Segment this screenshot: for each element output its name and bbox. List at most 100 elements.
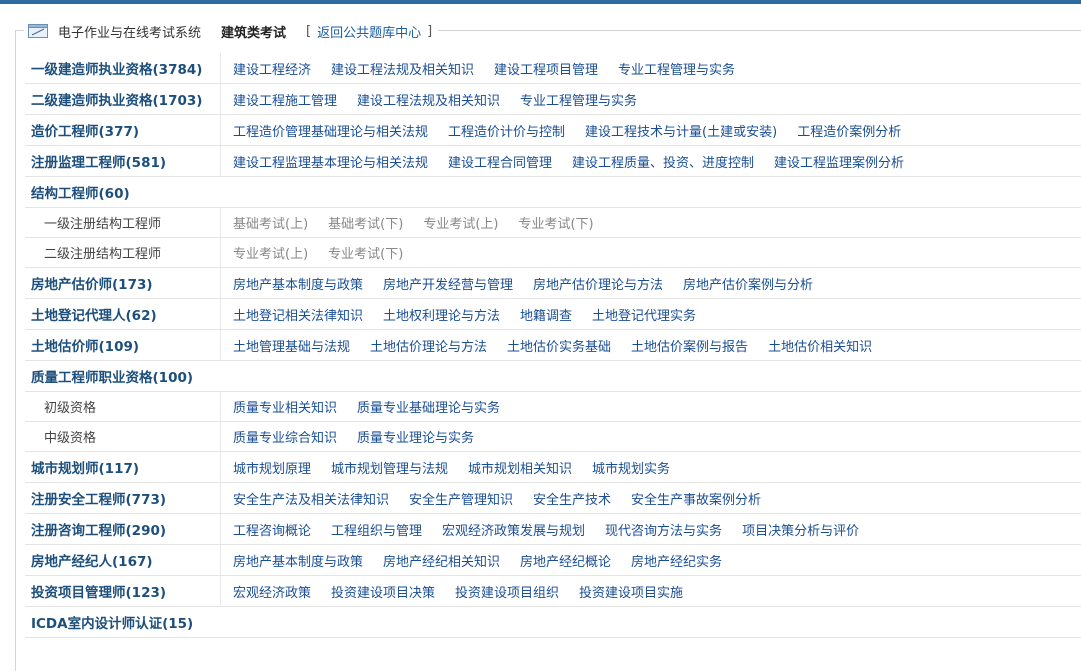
bracket-close: ] [427, 23, 433, 39]
exam-name-cell: 结构工程师(60) [25, 177, 130, 207]
subject-link[interactable]: 工程咨询概论 [233, 520, 311, 539]
subject-link[interactable]: 质量专业基础理论与实务 [357, 397, 500, 416]
top-bar [0, 0, 1081, 4]
subject-link: 专业考试(下) [518, 217, 594, 232]
exam-row: 房地产经纪人(167) 房地产基本制度与政策 房地产经纪相关知识 房地产经纪概论 房地产… [25, 545, 1081, 576]
subject-link[interactable]: 房地产开发经营与管理 [383, 274, 513, 293]
exam-row: 土地估价师(109) 土地管理基础与法规 土地估价理论与方法 土地估价实务基础 土地估价… [25, 330, 1081, 361]
subject-link[interactable]: 建设工程质量、投资、进度控制 [572, 152, 754, 171]
subject-link[interactable]: 质量专业综合知识 [233, 427, 337, 446]
subject-link[interactable]: 安全生产技术 [533, 489, 611, 508]
subject-link[interactable]: 专业工程管理与实务 [520, 90, 637, 109]
subject-link[interactable]: 房地产基本制度与政策 [233, 551, 363, 570]
subject-link[interactable]: 宏观经济政策 [233, 582, 311, 601]
exam-name-cell: 一级建造师执业资格(3784) [25, 53, 221, 83]
subject-link[interactable]: 房地产经纪实务 [631, 551, 722, 570]
subject-link[interactable]: 土地管理基础与法规 [233, 336, 350, 355]
exam-name-cell: 二级建造师执业资格(1703) [25, 84, 221, 114]
exam-title: 土地登记代理人(62) [31, 308, 157, 324]
exam-row: 造价工程师(377) 工程造价管理基础理论与相关法规 工程造价计价与控制 建设工程技术… [25, 115, 1081, 146]
subject-links: 土地登记相关法律知识 土地权利理论与方法 地籍调查 土地登记代理实务 [221, 305, 716, 324]
subject-link[interactable]: 建设工程法规及相关知识 [357, 90, 500, 109]
exam-name-cell: 初级资格 [25, 392, 221, 421]
subject-link[interactable]: 土地估价相关知识 [768, 336, 872, 355]
subject-links: 城市规划原理 城市规划管理与法规 城市规划相关知识 城市规划实务 [221, 458, 690, 477]
exam-name-cell: 注册咨询工程师(290) [25, 514, 221, 544]
subject-link[interactable]: 质量专业相关知识 [233, 397, 337, 416]
subject-link[interactable]: 房地产估价理论与方法 [533, 274, 663, 293]
subject-link[interactable]: 土地估价理论与方法 [370, 336, 487, 355]
subject-link[interactable]: 建设工程监理案例分析 [774, 152, 904, 171]
exam-row: 二级建造师执业资格(1703) 建设工程施工管理 建设工程法规及相关知识 专业工程管理… [25, 84, 1081, 115]
subject-link[interactable]: 城市规划实务 [592, 458, 670, 477]
exam-name-cell: 注册监理工程师(581) [25, 146, 221, 176]
exam-row: 质量工程师职业资格(100) [25, 361, 1081, 392]
exam-title: 城市规划师(117) [31, 461, 140, 477]
subject-link[interactable]: 土地估价实务基础 [507, 336, 611, 355]
subject-link[interactable]: 投资建设项目实施 [579, 582, 683, 601]
subject-link[interactable]: 建设工程技术与计量(土建或安装) [585, 121, 777, 140]
exam-name-cell: 质量工程师职业资格(100) [25, 361, 193, 391]
subject-link[interactable]: 房地产估价案例与分析 [683, 274, 813, 293]
exam-title: 造价工程师(377) [31, 124, 140, 140]
subject-link[interactable]: 建设工程经济 [233, 59, 311, 78]
subject-link[interactable]: 投资建设项目组织 [455, 582, 559, 601]
subject-link[interactable]: 城市规划原理 [233, 458, 311, 477]
exam-title: ICDA室内设计师认证(15) [31, 616, 194, 632]
subject-link[interactable]: 工程组织与管理 [331, 520, 422, 539]
subject-link[interactable]: 土地权利理论与方法 [383, 305, 500, 324]
exam-row: 城市规划师(117) 城市规划原理 城市规划管理与法规 城市规划相关知识 城市规划实务 [25, 452, 1081, 483]
subject-link[interactable]: 土地登记代理实务 [592, 305, 696, 324]
exam-row: 土地登记代理人(62) 土地登记相关法律知识 土地权利理论与方法 地籍调查 土地登记代理… [25, 299, 1081, 330]
header: 电子作业与在线考试系统 建筑类考试 [ 返回公共题库中心 ] [24, 20, 439, 42]
subject-link[interactable]: 投资建设项目决策 [331, 582, 435, 601]
subject-link[interactable]: 建设工程合同管理 [448, 152, 552, 171]
exam-row: 一级建造师执业资格(3784) 建设工程经济 建设工程法规及相关知识 建设工程项目管理… [25, 53, 1081, 84]
subject-link: 专业考试(上) [233, 247, 309, 262]
subject-link[interactable]: 现代咨询方法与实务 [605, 520, 722, 539]
subject-link: 基础考试(下) [328, 217, 404, 232]
subject-link[interactable]: 工程造价案例分析 [797, 121, 901, 140]
subject-link[interactable]: 土地估价案例与报告 [631, 336, 748, 355]
category-title: 建筑类考试 [221, 25, 287, 41]
exam-name-cell: ICDA室内设计师认证(15) [25, 607, 193, 637]
subject-links: 建设工程经济 建设工程法规及相关知识 建设工程项目管理 专业工程管理与实务 [221, 59, 755, 78]
subject-link[interactable]: 专业工程管理与实务 [618, 59, 735, 78]
subject-link[interactable]: 工程造价管理基础理论与相关法规 [233, 121, 428, 140]
subject-link[interactable]: 城市规划相关知识 [468, 458, 572, 477]
subject-link[interactable]: 房地产经纪概论 [520, 551, 611, 570]
subject-link[interactable]: 土地登记相关法律知识 [233, 305, 363, 324]
exam-name-cell: 造价工程师(377) [25, 115, 221, 145]
subject-link: 专业考试(上) [423, 217, 499, 232]
exam-name-cell: 投资项目管理师(123) [25, 576, 221, 606]
subject-link[interactable]: 建设工程项目管理 [494, 59, 598, 78]
exam-row: 注册监理工程师(581) 建设工程监理基本理论与相关法规 建设工程合同管理 建设工程质… [25, 146, 1081, 177]
subject-links: 专业考试(上) 专业考试(下) [221, 243, 423, 262]
subject-link[interactable]: 城市规划管理与法规 [331, 458, 448, 477]
exam-title: 房地产经纪人(167) [31, 554, 153, 570]
exam-title: 房地产估价师(173) [31, 277, 153, 293]
subject-link[interactable]: 安全生产法及相关法律知识 [233, 489, 389, 508]
subject-link[interactable]: 安全生产管理知识 [409, 489, 513, 508]
exam-name-cell: 房地产估价师(173) [25, 268, 221, 298]
sub-exam-row: 一级注册结构工程师 基础考试(上) 基础考试(下) 专业考试(上) 专业考试(下) [25, 208, 1081, 238]
subject-link[interactable]: 质量专业理论与实务 [357, 427, 474, 446]
subject-link[interactable]: 建设工程监理基本理论与相关法规 [233, 152, 428, 171]
subject-link[interactable]: 项目决策分析与评价 [742, 520, 859, 539]
subject-link[interactable]: 工程造价计价与控制 [448, 121, 565, 140]
sub-exam-title: 二级注册结构工程师 [44, 247, 162, 262]
exam-name-cell: 土地估价师(109) [25, 330, 221, 360]
subject-link[interactable]: 房地产基本制度与政策 [233, 274, 363, 293]
subject-link[interactable]: 地籍调查 [520, 305, 572, 324]
exam-title: 注册咨询工程师(290) [31, 523, 167, 539]
exam-name-cell: 土地登记代理人(62) [25, 299, 221, 329]
bracket-open: [ [306, 23, 312, 39]
subject-link[interactable]: 建设工程施工管理 [233, 90, 337, 109]
subject-link[interactable]: 宏观经济政策发展与规划 [442, 520, 585, 539]
subject-link[interactable]: 建设工程法规及相关知识 [331, 59, 474, 78]
subject-links: 宏观经济政策 投资建设项目决策 投资建设项目组织 投资建设项目实施 [221, 582, 703, 601]
subject-link[interactable]: 房地产经纪相关知识 [383, 551, 500, 570]
subject-link[interactable]: 安全生产事故案例分析 [631, 489, 761, 508]
subject-links: 建设工程监理基本理论与相关法规 建设工程合同管理 建设工程质量、投资、进度控制 建设工… [221, 152, 924, 171]
back-to-question-bank-link[interactable]: 返回公共题库中心 [317, 22, 421, 41]
